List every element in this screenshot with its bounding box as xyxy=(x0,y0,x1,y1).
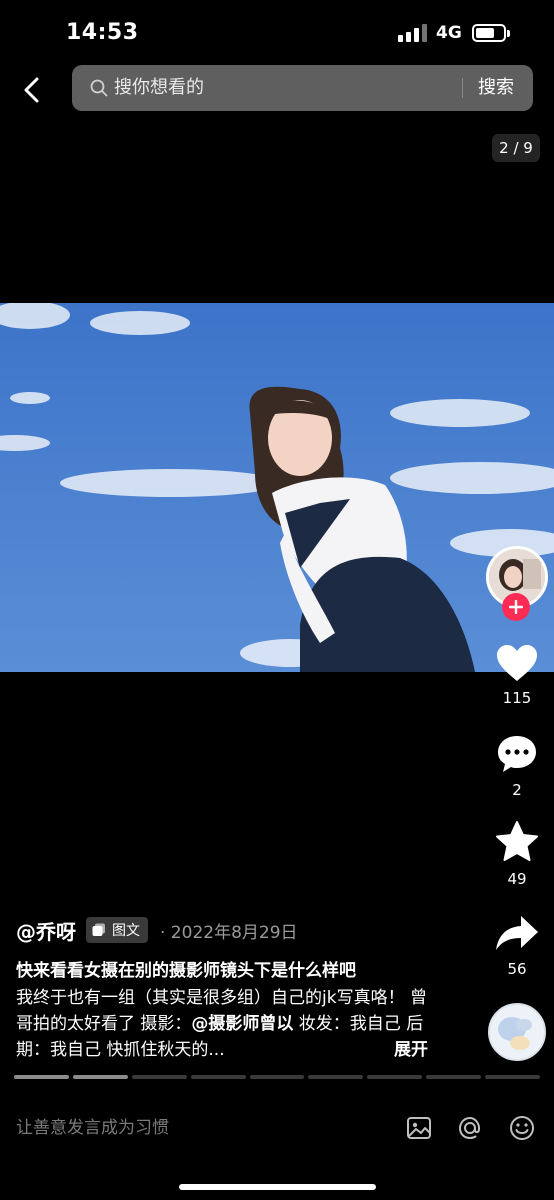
status-bar: 14:53 4G xyxy=(0,0,554,64)
post-date: · 2022年8月29日 xyxy=(160,922,298,943)
comment-input[interactable]: 让善意发言成为习惯 xyxy=(16,1112,169,1144)
music-cover-image xyxy=(490,1005,544,1059)
search-divider xyxy=(462,78,463,98)
favorite-count: 49 xyxy=(507,870,527,888)
follow-button[interactable] xyxy=(502,593,530,621)
image-icon[interactable] xyxy=(405,1114,433,1142)
music-disc[interactable] xyxy=(488,1003,546,1061)
progress-segment xyxy=(308,1075,364,1079)
progress-segment xyxy=(190,1075,246,1079)
star-icon xyxy=(496,821,538,861)
mention-link[interactable]: @摄影师曾以 xyxy=(191,1014,293,1034)
progress-segment xyxy=(131,1075,187,1079)
comment-bubble-icon xyxy=(498,736,536,772)
search-icon xyxy=(90,79,108,97)
back-button[interactable] xyxy=(14,72,48,108)
share-button[interactable]: 56 xyxy=(488,914,546,978)
expand-button[interactable]: 展开 xyxy=(394,1037,428,1063)
photo-image xyxy=(0,303,554,672)
search-input[interactable]: 搜你想看的 xyxy=(114,65,204,111)
home-indicator[interactable] xyxy=(179,1184,376,1190)
heart-icon xyxy=(497,645,537,681)
progress-segment xyxy=(72,1075,128,1079)
signal-icon xyxy=(398,24,428,42)
share-count: 56 xyxy=(507,960,527,978)
search-button[interactable]: 搜索 xyxy=(478,65,514,111)
progress-segment xyxy=(485,1075,541,1079)
battery-icon xyxy=(472,24,510,42)
page-counter: 2 / 9 xyxy=(492,134,540,162)
share-arrow-icon xyxy=(496,916,538,950)
back-chevron-icon xyxy=(24,77,39,103)
progress-segment xyxy=(367,1075,423,1079)
progress-segment xyxy=(426,1075,482,1079)
gallery-progress xyxy=(14,1075,541,1079)
post-type-tag: 图文 xyxy=(86,917,148,943)
like-count: 115 xyxy=(502,689,532,707)
network-type: 4G xyxy=(436,23,462,43)
favorite-button[interactable]: 49 xyxy=(488,820,546,888)
post-type-label: 图文 xyxy=(112,923,140,939)
post-photo[interactable] xyxy=(0,303,554,672)
plus-icon xyxy=(509,600,523,614)
like-button[interactable]: 115 xyxy=(488,643,546,707)
progress-segment xyxy=(249,1075,305,1079)
image-text-icon xyxy=(92,923,105,936)
author-row: @乔呀 图文 · 2022年8月29日 xyxy=(16,915,298,945)
post-description[interactable]: 我终于也有一组（其实是很多组）自己的jk写真咯！ 曾哥拍的太好看了 摄影：@摄影… xyxy=(16,985,428,1063)
search-bar[interactable]: 搜你想看的 搜索 xyxy=(72,65,533,111)
at-icon[interactable] xyxy=(456,1114,484,1142)
comment-button[interactable]: 2 xyxy=(488,733,546,799)
status-time: 14:53 xyxy=(66,20,139,45)
comment-count: 2 xyxy=(512,781,522,799)
progress-segment xyxy=(14,1075,69,1079)
emoji-icon[interactable] xyxy=(508,1114,536,1142)
author-name[interactable]: @乔呀 xyxy=(16,916,76,945)
post-title: 快来看看女摄在别的摄影师镜头下是什么样吧 xyxy=(16,961,356,981)
